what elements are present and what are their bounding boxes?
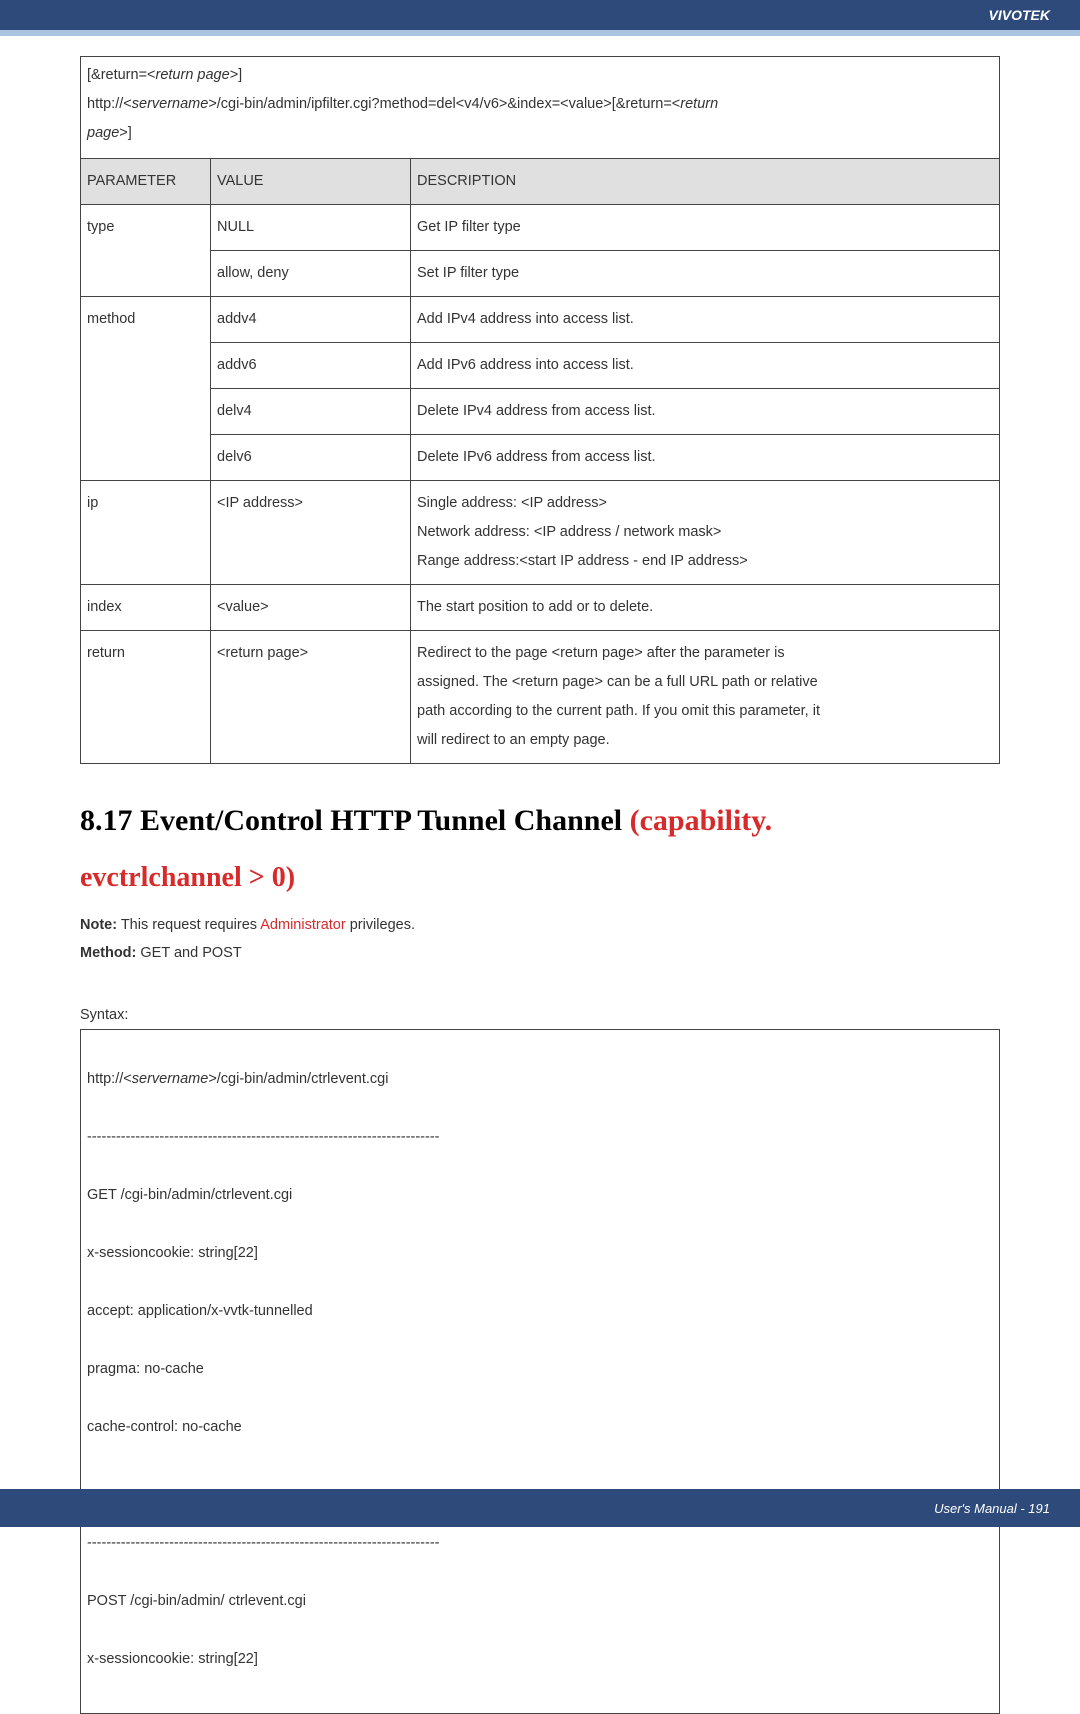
table-row: ip <IP address> Single address: <IP addr… [81, 481, 1000, 585]
text: will redirect to an empty page. [417, 732, 610, 748]
note-label: Note: [80, 917, 117, 933]
cell-param: return [81, 631, 211, 764]
text-italic: page [87, 125, 119, 141]
cell-value: NULL [211, 205, 411, 251]
text: Network address: <IP address / network m… [417, 524, 721, 540]
footer-text: User's Manual - 191 [934, 1501, 1050, 1516]
cell-value: <IP address> [211, 481, 411, 585]
page-content: [&return=<return page>] http://<serverna… [0, 36, 1080, 1714]
text: Range address:<start IP address - end IP… [417, 553, 748, 569]
table-row: allow, deny Set IP filter type [81, 251, 1000, 297]
th-value: VALUE [211, 159, 411, 205]
text: GET and POST [136, 945, 241, 961]
method-label: Method: [80, 945, 136, 961]
text: >/cgi-bin/admin/ctrlevent.cgi [208, 1071, 388, 1087]
table-header-row: PARAMETER VALUE DESCRIPTION [81, 159, 1000, 205]
cell-desc: Add IPv6 address into access list. [411, 343, 1000, 389]
text: GET /cgi-bin/admin/ctrlevent.cgi [87, 1181, 993, 1210]
text: accept: application/x-vvtk-tunnelled [87, 1297, 993, 1326]
text: cache-control: no-cache [87, 1413, 993, 1442]
parameter-table: PARAMETER VALUE DESCRIPTION type NULL Ge… [80, 158, 1000, 764]
text-italic: <return page> [552, 645, 643, 661]
th-description: DESCRIPTION [411, 159, 1000, 205]
cell-value: <value> [211, 585, 411, 631]
heading-black: 8.17 Event/Control HTTP Tunnel Channel [80, 804, 630, 837]
table-row: index <value> The start position to add … [81, 585, 1000, 631]
note-block: Note: This request requires Administrato… [80, 912, 1000, 967]
table-row: method addv4 Add IPv4 address into acces… [81, 297, 1000, 343]
cell-value: delv4 [211, 389, 411, 435]
separator: ----------------------------------------… [87, 1123, 993, 1152]
table-row: return <return page> Redirect to the pag… [81, 631, 1000, 764]
brand-label: VIVOTEK [989, 7, 1050, 23]
cell-value: addv4 [211, 297, 411, 343]
text: This request requires [117, 917, 260, 933]
text: path according to the current path. If y… [417, 703, 820, 719]
top-header: VIVOTEK [0, 0, 1080, 30]
text: privileges. [346, 917, 415, 933]
cell-param: index [81, 585, 211, 631]
cell-value: allow, deny [211, 251, 411, 297]
cell-param: type [81, 205, 211, 297]
section-heading: 8.17 Event/Control HTTP Tunnel Channel (… [80, 804, 1000, 894]
text: Single address: <IP address> [417, 495, 607, 511]
text: pragma: no-cache [87, 1355, 993, 1384]
note-red: Administrator [260, 917, 345, 933]
syntax-box: http://<servername>/cgi-bin/admin/ctrlev… [80, 1029, 1000, 1714]
text: >/cgi-bin/admin/ipfilter.cgi?method=del<… [208, 96, 680, 112]
cell-desc: Single address: <IP address> Network add… [411, 481, 1000, 585]
text: assigned. The [417, 674, 512, 690]
cell-desc: Delete IPv6 address from access list. [411, 435, 1000, 481]
cell-param: ip [81, 481, 211, 585]
cell-desc: The start position to add or to delete. [411, 585, 1000, 631]
separator: ----------------------------------------… [87, 1529, 993, 1558]
text: POST /cgi-bin/admin/ ctrlevent.cgi [87, 1587, 993, 1616]
cell-desc: Redirect to the page <return page> after… [411, 631, 1000, 764]
cell-param: method [81, 297, 211, 481]
cell-desc: Add IPv4 address into access list. [411, 297, 1000, 343]
text-italic: return [680, 96, 718, 112]
table-row: addv6 Add IPv6 address into access list. [81, 343, 1000, 389]
syntax-label: Syntax: [80, 1007, 1000, 1023]
text-italic: servername [132, 96, 209, 112]
text: http://< [87, 96, 132, 112]
th-parameter: PARAMETER [81, 159, 211, 205]
text-italic: return page [156, 67, 230, 83]
text: can be a full URL path or relative [603, 674, 818, 690]
text: x-sessioncookie: string[22] [87, 1239, 993, 1268]
cell-value: delv6 [211, 435, 411, 481]
intro-syntax: [&return=<return page>] http://<serverna… [80, 56, 1000, 158]
text: x-sessioncookie: string[22] [87, 1645, 993, 1674]
table-row: type NULL Get IP filter type [81, 205, 1000, 251]
text: >] [119, 125, 132, 141]
text-italic: servername [132, 1071, 209, 1087]
text: after the parameter is [643, 645, 785, 661]
table-row: delv4 Delete IPv4 address from access li… [81, 389, 1000, 435]
footer: User's Manual - 191 [0, 1489, 1080, 1527]
text-italic: <return page> [512, 674, 603, 690]
heading-red-line2: evctrlchannel > 0) [80, 862, 1000, 894]
cell-desc: Delete IPv4 address from access list. [411, 389, 1000, 435]
cell-desc: Set IP filter type [411, 251, 1000, 297]
text: Redirect to the page [417, 645, 552, 661]
cell-desc: Get IP filter type [411, 205, 1000, 251]
text: >] [230, 67, 243, 83]
heading-red: (capability. [630, 804, 773, 837]
text: http://< [87, 1071, 132, 1087]
cell-value: addv6 [211, 343, 411, 389]
table-row: delv6 Delete IPv6 address from access li… [81, 435, 1000, 481]
text: [&return=< [87, 67, 156, 83]
cell-value: <return page> [211, 631, 411, 764]
